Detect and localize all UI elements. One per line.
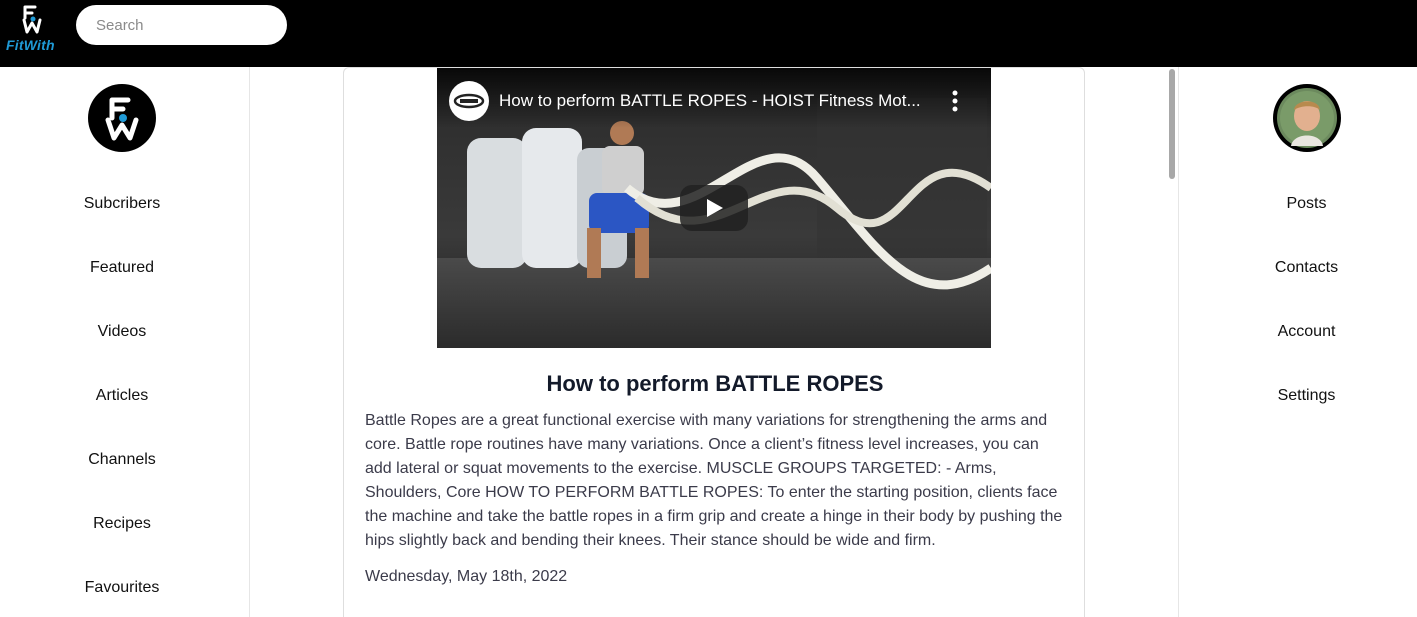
sidebar-item-articles[interactable]: Articles <box>0 387 244 405</box>
sidebar-item-subscribers[interactable]: Subcribers <box>0 195 244 213</box>
avatar-image <box>1277 88 1337 148</box>
sidebar-item-settings[interactable]: Settings <box>1179 387 1417 405</box>
left-sidebar: Subcribers Featured Videos Articles Chan… <box>0 67 250 617</box>
video-player[interactable]: How to perform BATTLE ROPES - HOIST Fitn… <box>437 68 991 348</box>
scrollbar-thumb[interactable] <box>1169 69 1175 179</box>
post-body: Battle Ropes are a great functional exer… <box>365 412 1063 549</box>
play-button[interactable] <box>680 185 748 231</box>
fitwith-logo-mark <box>105 97 139 141</box>
hoist-channel-mark <box>453 93 485 109</box>
post-title: How to perform BATTLE ROPES <box>546 371 884 396</box>
more-vert-icon[interactable] <box>945 88 965 114</box>
sidebar-item-recipes[interactable]: Recipes <box>0 515 244 533</box>
sidebar-item-favourites[interactable]: Favourites <box>0 579 244 597</box>
user-avatar[interactable] <box>1273 84 1341 152</box>
top-bar: FitWith <box>0 0 1417 67</box>
brand[interactable]: FitWith <box>4 4 60 56</box>
play-icon <box>707 199 723 217</box>
video-title[interactable]: How to perform BATTLE ROPES - HOIST Fitn… <box>499 91 939 111</box>
post-card: How to perform BATTLE ROPES - HOIST Fitn… <box>343 67 1085 617</box>
search-input[interactable] <box>76 5 287 45</box>
post-date: Wednesday, May 18th, 2022 <box>365 568 568 585</box>
fitwith-logo-icon[interactable] <box>88 84 156 152</box>
sidebar-item-contacts[interactable]: Contacts <box>1179 259 1417 277</box>
brand-name: FitWith <box>6 37 55 53</box>
sidebar-item-posts[interactable]: Posts <box>1179 195 1417 213</box>
sidebar-item-channels[interactable]: Channels <box>0 451 244 469</box>
sidebar-item-featured[interactable]: Featured <box>0 259 244 277</box>
right-sidebar: Posts Contacts Account Settings <box>1178 67 1417 617</box>
hoist-channel-icon[interactable] <box>449 81 489 121</box>
sidebar-item-videos[interactable]: Videos <box>0 323 244 341</box>
sidebar-item-account[interactable]: Account <box>1179 323 1417 341</box>
fitwith-logo-icon <box>22 5 42 34</box>
